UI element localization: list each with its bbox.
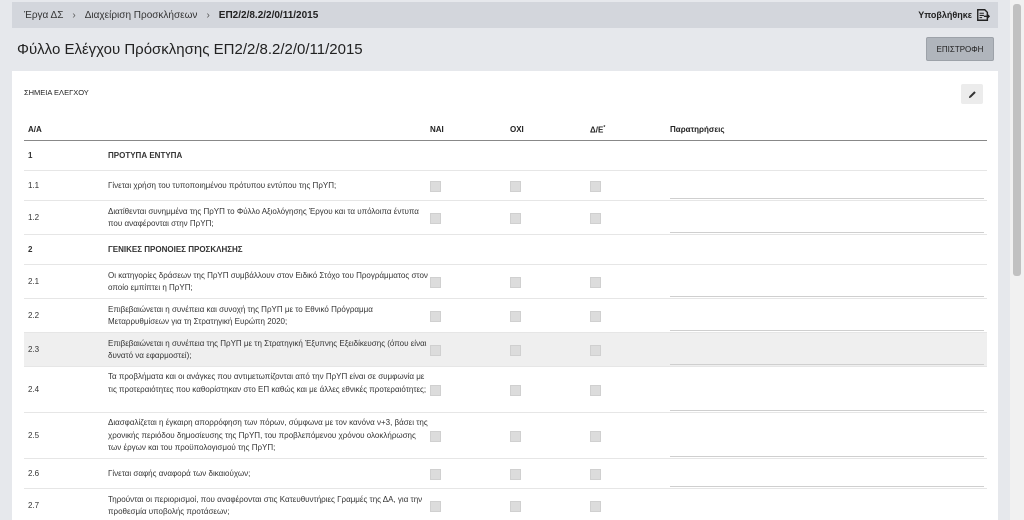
row-number: 2 — [28, 245, 33, 254]
no-checkbox[interactable] — [510, 311, 521, 322]
yes-checkbox[interactable] — [430, 469, 441, 480]
row-description: Γίνεται σαφής αναφορά των δικαιούχων; — [108, 468, 251, 478]
remarks-field[interactable] — [670, 321, 984, 331]
no-checkbox[interactable] — [510, 469, 521, 480]
breadcrumb: Έργα ΔΣ › Διαχείριση Προσκλήσεων › ΕΠ2/2… — [24, 10, 918, 21]
remarks-field[interactable] — [670, 447, 984, 457]
page-scrollbar[interactable] — [1010, 0, 1024, 520]
column-header-remarks: Παρατηρήσεις — [670, 125, 725, 134]
na-checkbox[interactable] — [590, 181, 601, 192]
breadcrumb-item-calls-management[interactable]: Διαχείριση Προσκλήσεων — [85, 10, 198, 21]
table-row: 2.1 Οι κατηγορίες δράσεων της ΠρΥΠ συμβάλ… — [24, 265, 987, 299]
row-number: 2.1 — [28, 277, 40, 286]
na-checkbox[interactable] — [590, 501, 601, 512]
yes-checkbox[interactable] — [430, 311, 441, 322]
section-title: ΣΗΜΕΙΑ ΕΛΕΓΧΟΥ — [24, 88, 89, 97]
row-description: Διατίθενται συνημμένα της ΠρΥΠ το Φύλλο … — [108, 206, 419, 229]
breadcrumb-bar: Έργα ΔΣ › Διαχείριση Προσκλήσεων › ΕΠ2/2… — [12, 2, 998, 28]
table-row: 2.4 Τα προβλήματα και οι ανάγκες που αντι… — [24, 367, 987, 413]
na-checkbox[interactable] — [590, 469, 601, 480]
breadcrumb-current: ΕΠ2/2/8.2/2/0/11/2015 — [218, 9, 319, 21]
yes-checkbox[interactable] — [430, 501, 441, 512]
remarks-field[interactable] — [670, 511, 984, 520]
column-header-yes: ΝΑΙ — [430, 125, 444, 134]
yes-checkbox[interactable] — [430, 277, 441, 288]
row-description: Διασφαλίζεται η έγκαιρη απορρόφηση των π… — [108, 418, 428, 453]
table-row: 2.7 Τηρούνται οι περιορισμοί, που αναφέρο… — [24, 489, 987, 520]
no-checkbox[interactable] — [510, 431, 521, 442]
scrollbar-thumb[interactable] — [1013, 4, 1021, 276]
no-checkbox[interactable] — [510, 277, 521, 288]
na-checkbox[interactable] — [590, 213, 601, 224]
table-row: 1.1 Γίνεται χρήση του τυποποιημένου πρότυ… — [24, 171, 987, 201]
row-description: ΓΕΝΙΚΕΣ ΠΡΟΝΟΙΕΣ ΠΡΟΣΚΛΗΣΗΣ — [108, 244, 243, 254]
status-badge: Υποβλήθηκε — [918, 8, 990, 22]
yes-checkbox[interactable] — [430, 431, 441, 442]
no-checkbox[interactable] — [510, 213, 521, 224]
yes-checkbox[interactable] — [430, 213, 441, 224]
no-checkbox[interactable] — [510, 345, 521, 356]
row-number: 2.3 — [28, 345, 40, 354]
section-row: 2 ΓΕΝΙΚΕΣ ΠΡΟΝΟΙΕΣ ΠΡΟΣΚΛΗΣΗΣ — [24, 235, 987, 265]
table-row: 2.6 Γίνεται σαφής αναφορά των δικαιούχων; — [24, 459, 987, 489]
row-description: Γίνεται χρήση του τυποποιημένου πρότυπου… — [108, 180, 337, 190]
na-checkbox[interactable] — [590, 345, 601, 356]
na-checkbox[interactable] — [590, 385, 601, 396]
remarks-field[interactable] — [670, 189, 984, 199]
breadcrumb-item-projects[interactable]: Έργα ΔΣ — [24, 10, 63, 21]
yes-checkbox[interactable] — [430, 181, 441, 192]
row-number: 1.2 — [28, 213, 40, 222]
no-checkbox[interactable] — [510, 385, 521, 396]
required-mark: * — [603, 125, 606, 131]
remarks-field[interactable] — [670, 287, 984, 297]
row-description: Επιβεβαιώνεται η συνέπεια της ΠρΥΠ με τη… — [108, 338, 427, 361]
remarks-field[interactable] — [670, 401, 984, 411]
column-header-na-label: Δ/Ε — [590, 125, 604, 135]
remarks-field[interactable] — [670, 355, 984, 365]
row-description: Επιβεβαιώνεται η συνέπεια και συνοχή της… — [108, 304, 373, 327]
column-header-na: Δ/Ε* — [590, 125, 605, 135]
pencil-icon — [968, 90, 976, 98]
table-row: 2.2 Επιβεβαιώνεται η συνέπεια και συνοχή … — [24, 299, 987, 333]
yes-checkbox[interactable] — [430, 385, 441, 396]
breadcrumb-separator: › — [206, 9, 210, 21]
remarks-field[interactable] — [670, 223, 984, 233]
row-number: 2.7 — [28, 501, 40, 510]
section-row: 1 ΠΡΟΤΥΠΑ ΕΝΤΥΠΑ — [24, 141, 987, 171]
submitted-document-icon — [977, 9, 990, 21]
no-checkbox[interactable] — [510, 181, 521, 192]
row-description: ΠΡΟΤΥΠΑ ΕΝΤΥΠΑ — [108, 150, 183, 160]
remarks-field[interactable] — [670, 477, 984, 487]
row-number: 2.6 — [28, 469, 40, 478]
table-row: 1.2 Διατίθενται συνημμένα της ΠρΥΠ το Φύλ… — [24, 201, 987, 235]
table-header: Α/Α ΝΑΙ ΟΧΙ Δ/Ε* Παρατηρήσεις — [24, 125, 987, 141]
status-label: Υποβλήθηκε — [918, 10, 972, 20]
row-number: 1.1 — [28, 181, 40, 190]
row-number: 2.2 — [28, 311, 40, 320]
table-row: 2.5 Διασφαλίζεται η έγκαιρη απορρόφηση τω… — [24, 413, 987, 459]
table-row: 2.3 Επιβεβαιώνεται η συνέπεια της ΠρΥΠ με… — [24, 333, 987, 367]
na-checkbox[interactable] — [590, 277, 601, 288]
checklist-card: ΣΗΜΕΙΑ ΕΛΕΓΧΟΥ Α/Α ΝΑΙ ΟΧΙ Δ/Ε* Παρατηρή… — [12, 71, 998, 520]
page-title: Φύλλο Ελέγχου Πρόσκλησης ΕΠ2/2/8.2/2/0/1… — [17, 41, 363, 58]
breadcrumb-separator: › — [72, 9, 76, 21]
row-description: Τηρούνται οι περιορισμοί, που αναφέροντα… — [108, 494, 423, 517]
no-checkbox[interactable] — [510, 501, 521, 512]
back-button[interactable]: ΕΠΙΣΤΡΟΦΗ — [926, 37, 994, 61]
row-number: 2.5 — [28, 431, 40, 440]
row-number: 2.4 — [28, 385, 40, 394]
column-header-no-answer: ΟΧΙ — [510, 125, 524, 134]
na-checkbox[interactable] — [590, 311, 601, 322]
na-checkbox[interactable] — [590, 431, 601, 442]
edit-button[interactable] — [961, 84, 983, 104]
yes-checkbox[interactable] — [430, 345, 441, 356]
row-description: Τα προβλήματα και οι ανάγκες που αντιμετ… — [108, 372, 427, 394]
row-description: Οι κατηγορίες δράσεων της ΠρΥΠ συμβάλλου… — [108, 270, 428, 293]
checklist-rows: 1 ΠΡΟΤΥΠΑ ΕΝΤΥΠΑ 1.1 Γίνεται χρήση του τυπο… — [24, 141, 987, 520]
column-header-no: Α/Α — [28, 125, 42, 134]
row-number: 1 — [28, 151, 33, 160]
